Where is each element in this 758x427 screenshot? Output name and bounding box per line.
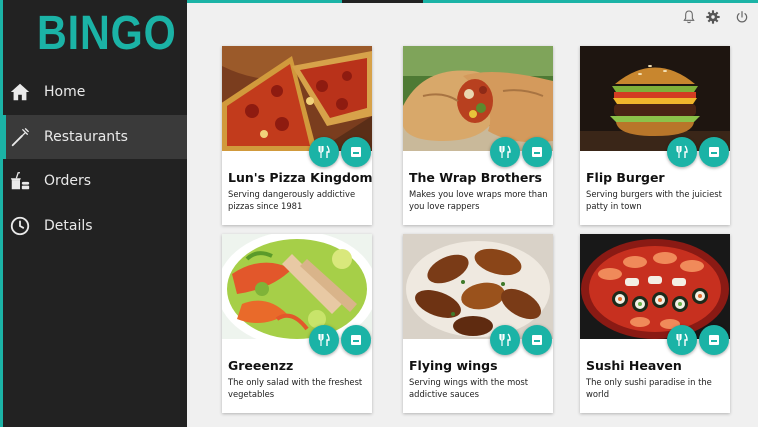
restaurant-name: Flying wings [409,358,498,373]
menu-button[interactable] [490,137,520,167]
restaurant-description: Serving burgers with the juiciest patty … [586,189,722,211]
sidebar-item-label: Home [44,84,86,100]
order-button[interactable] [522,137,552,167]
fork-knife-icon [318,333,330,346]
burger-image [580,46,730,151]
clock-icon [10,216,30,236]
restaurant-description: The only sushi paradise in the world [586,377,712,399]
top-tab-indicator [342,0,423,3]
sidebar: BINGO Home Restaurants Orders Details [0,0,187,427]
fork-knife-icon [499,145,511,158]
restaurant-description: The only salad with the freshest vegetab… [228,377,363,399]
bag-icon [532,335,542,345]
order-button[interactable] [341,137,371,167]
top-accent-bar [187,0,758,3]
restaurant-name: The Wrap Brothers [409,170,542,185]
bag-icon [351,335,361,345]
restaurant-name: Greeenzz [228,358,294,373]
order-button[interactable] [699,325,729,355]
app-logo: BINGO [37,7,177,60]
power-icon[interactable] [734,9,750,25]
restaurant-description: Serving dangerously addictive pizzas sin… [228,189,356,211]
order-button[interactable] [341,325,371,355]
sidebar-item-label: Orders [44,173,92,189]
sidebar-item-label: Details [44,218,93,234]
fork-knife-icon [676,333,688,346]
salad-image [222,234,372,339]
sidebar-item-restaurants[interactable]: Restaurants [3,115,187,159]
pizza-image [222,46,372,151]
order-button[interactable] [522,325,552,355]
home-icon [10,83,30,101]
menu-button[interactable] [309,325,339,355]
restaurant-card[interactable]: Sushi Heaven The only sushi paradise in … [580,234,730,413]
restaurant-card[interactable]: Flip Burger Serving burgers with the jui… [580,46,730,225]
restaurant-card[interactable]: Greeenzz The only salad with the freshes… [222,234,372,413]
sidebar-item-orders[interactable]: Orders [3,159,187,203]
wings-image [403,234,553,339]
order-button[interactable] [699,137,729,167]
fork-knife-icon [499,333,511,346]
wrap-image [403,46,553,151]
restaurant-name: Flip Burger [586,170,665,185]
fork-knife-icon [11,128,29,147]
restaurant-name: Lun's Pizza Kingdom [228,170,372,185]
sidebar-item-label: Restaurants [44,129,128,145]
bag-icon [709,335,719,345]
menu-button[interactable] [309,137,339,167]
restaurant-card[interactable]: Lun's Pizza Kingdom Serving dangerously … [222,46,372,225]
sidebar-item-home[interactable]: Home [3,70,187,114]
fork-knife-icon [318,145,330,158]
restaurant-card[interactable]: The Wrap Brothers Makes you love wraps m… [403,46,553,225]
gear-icon[interactable] [705,9,721,25]
menu-button[interactable] [490,325,520,355]
restaurant-name: Sushi Heaven [586,358,682,373]
restaurant-description: Serving wings with the most addictive sa… [409,377,529,399]
bell-icon[interactable] [681,9,697,25]
bag-icon [709,147,719,157]
takeout-icon [10,172,30,190]
sushi-image [580,234,730,339]
bag-icon [532,147,542,157]
fork-knife-icon [676,145,688,158]
sidebar-item-details[interactable]: Details [3,204,187,248]
menu-button[interactable] [667,137,697,167]
restaurant-description: Makes you love wraps more than you love … [409,189,548,211]
bag-icon [351,147,361,157]
restaurant-card[interactable]: Flying wings Serving wings with the most… [403,234,553,413]
menu-button[interactable] [667,325,697,355]
